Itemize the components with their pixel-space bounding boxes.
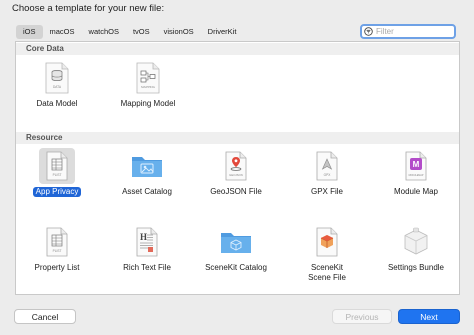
template-label: Mapping Model — [120, 99, 176, 108]
svg-text:GEOJSON: GEOJSON — [229, 173, 243, 177]
svg-text:MAPPING: MAPPING — [141, 85, 156, 89]
previous-button[interactable]: Previous — [332, 309, 392, 324]
template-asset-catalog[interactable]: Asset Catalog — [111, 148, 183, 197]
section-header-core-data: Core Data — [16, 43, 459, 55]
template-label: Settings Bundle — [387, 263, 445, 272]
template-scenekit-catalog[interactable]: SceneKit Catalog — [200, 224, 272, 273]
template-label: SceneKit Scene File — [308, 263, 346, 282]
template-property-list[interactable]: PLIST Property List — [21, 224, 93, 273]
template-label: Property List — [34, 263, 80, 272]
section-header-resource: Resource — [16, 132, 459, 144]
template-scenekit-scene-file[interactable]: SceneKit Scene File — [291, 224, 363, 283]
dialog-title: Choose a template for your new file: — [12, 3, 165, 14]
template-mapping-model[interactable]: MAPPING Mapping Model — [112, 60, 184, 109]
settings-bundle-icon — [398, 224, 434, 260]
template-label: Data Model — [36, 99, 78, 108]
svg-text:MODULEMAP: MODULEMAP — [409, 174, 424, 177]
template-label: SceneKit Catalog — [205, 263, 267, 272]
template-label: Rich Text File — [123, 263, 171, 272]
filter-input[interactable] — [376, 27, 446, 36]
svg-text:DATA: DATA — [53, 85, 62, 89]
asset-catalog-folder-icon — [129, 148, 165, 184]
platform-tabs: iOS macOS watchOS tvOS visionOS DriverKi… — [16, 25, 243, 39]
module-map-icon: M MODULEMAP — [398, 148, 434, 184]
filter-field[interactable] — [360, 24, 456, 39]
template-module-map[interactable]: M MODULEMAP Module Map — [380, 148, 452, 197]
plist-icon: PLIST — [39, 148, 75, 184]
scenekit-scene-icon — [309, 224, 345, 260]
geojson-icon: GEOJSON — [218, 148, 254, 184]
template-gpx-file[interactable]: GPX GPX File — [291, 148, 363, 197]
template-label: Module Map — [393, 187, 439, 196]
template-settings-bundle[interactable]: Settings Bundle — [380, 224, 452, 273]
template-data-model[interactable]: DATA Data Model — [21, 60, 93, 109]
plist-icon: PLIST — [39, 224, 75, 260]
rich-text-icon: H — [129, 224, 165, 260]
template-rich-text-file[interactable]: H Rich Text File — [111, 224, 183, 273]
next-button[interactable]: Next — [398, 309, 460, 324]
svg-text:M: M — [413, 160, 420, 169]
svg-text:PLIST: PLIST — [53, 249, 62, 253]
mapping-model-icon: MAPPING — [130, 60, 166, 96]
data-model-icon: DATA — [39, 60, 75, 96]
gpx-icon: GPX — [309, 148, 345, 184]
tab-macos[interactable]: macOS — [43, 25, 82, 39]
tab-ios[interactable]: iOS — [16, 25, 43, 39]
filter-icon — [364, 27, 373, 36]
cancel-button[interactable]: Cancel — [14, 309, 76, 324]
tab-tvos[interactable]: tvOS — [126, 25, 157, 39]
tab-visionos[interactable]: visionOS — [157, 25, 201, 39]
tab-watchos[interactable]: watchOS — [82, 25, 126, 39]
template-label: GeoJSON File — [210, 187, 262, 196]
scenekit-catalog-folder-icon — [218, 224, 254, 260]
template-label: Asset Catalog — [122, 187, 172, 196]
tab-driverkit[interactable]: DriverKit — [201, 25, 244, 39]
template-label: App Privacy — [32, 187, 82, 197]
svg-text:GPX: GPX — [324, 173, 332, 177]
template-geojson-file[interactable]: GEOJSON GeoJSON File — [200, 148, 272, 197]
svg-text:H: H — [140, 232, 147, 242]
template-panel: Core Data DATA Data Model MAPPING Mappin… — [15, 41, 460, 295]
template-app-privacy[interactable]: PLIST App Privacy — [21, 148, 93, 197]
svg-text:PLIST: PLIST — [53, 173, 62, 177]
template-label: GPX File — [310, 187, 343, 196]
